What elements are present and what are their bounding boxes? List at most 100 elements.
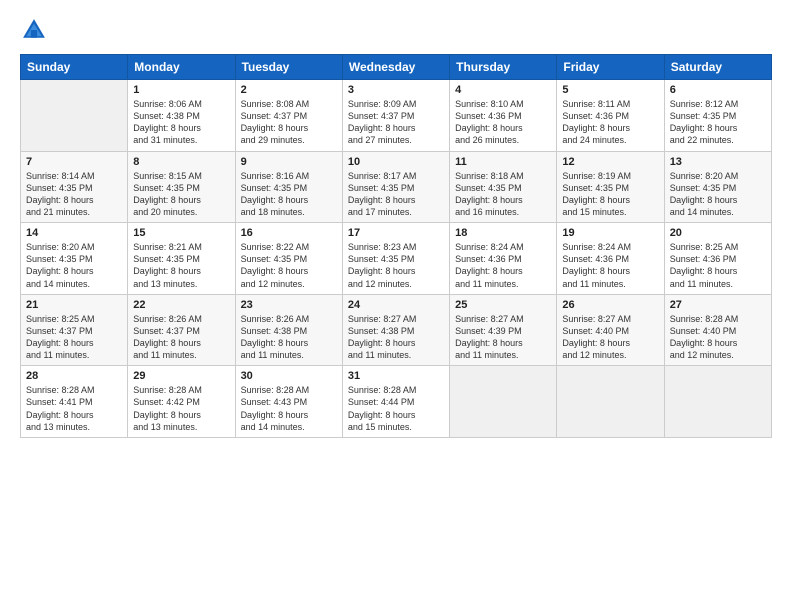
day-info: Sunrise: 8:26 AM Sunset: 4:37 PM Dayligh… [133, 313, 229, 362]
day-info: Sunrise: 8:12 AM Sunset: 4:35 PM Dayligh… [670, 98, 766, 147]
day-info: Sunrise: 8:21 AM Sunset: 4:35 PM Dayligh… [133, 241, 229, 290]
weekday-header-wednesday: Wednesday [342, 55, 449, 80]
day-info: Sunrise: 8:15 AM Sunset: 4:35 PM Dayligh… [133, 170, 229, 219]
calendar-cell: 8 Sunrise: 8:15 AM Sunset: 4:35 PM Daylig… [128, 151, 235, 223]
header [20, 16, 772, 44]
day-info: Sunrise: 8:27 AM Sunset: 4:39 PM Dayligh… [455, 313, 551, 362]
day-number: 26 [562, 299, 658, 311]
calendar-cell: 4 Sunrise: 8:10 AM Sunset: 4:36 PM Daylig… [450, 80, 557, 152]
day-number: 8 [133, 156, 229, 168]
calendar-cell: 12 Sunrise: 8:19 AM Sunset: 4:35 PM Dayli… [557, 151, 664, 223]
day-info: Sunrise: 8:06 AM Sunset: 4:38 PM Dayligh… [133, 98, 229, 147]
day-number: 19 [562, 227, 658, 239]
calendar-cell: 6 Sunrise: 8:12 AM Sunset: 4:35 PM Daylig… [664, 80, 771, 152]
day-number: 16 [241, 227, 337, 239]
calendar-cell: 18 Sunrise: 8:24 AM Sunset: 4:36 PM Dayli… [450, 223, 557, 295]
calendar-cell [664, 366, 771, 438]
calendar-cell: 17 Sunrise: 8:23 AM Sunset: 4:35 PM Dayli… [342, 223, 449, 295]
calendar-cell: 11 Sunrise: 8:18 AM Sunset: 4:35 PM Dayli… [450, 151, 557, 223]
weekday-header-saturday: Saturday [664, 55, 771, 80]
calendar-cell: 28 Sunrise: 8:28 AM Sunset: 4:41 PM Dayli… [21, 366, 128, 438]
day-number: 12 [562, 156, 658, 168]
calendar-cell: 25 Sunrise: 8:27 AM Sunset: 4:39 PM Dayli… [450, 294, 557, 366]
calendar-cell: 26 Sunrise: 8:27 AM Sunset: 4:40 PM Dayli… [557, 294, 664, 366]
day-info: Sunrise: 8:26 AM Sunset: 4:38 PM Dayligh… [241, 313, 337, 362]
calendar-cell: 14 Sunrise: 8:20 AM Sunset: 4:35 PM Dayli… [21, 223, 128, 295]
day-info: Sunrise: 8:23 AM Sunset: 4:35 PM Dayligh… [348, 241, 444, 290]
day-number: 9 [241, 156, 337, 168]
day-info: Sunrise: 8:08 AM Sunset: 4:37 PM Dayligh… [241, 98, 337, 147]
day-number: 31 [348, 370, 444, 382]
calendar-cell: 31 Sunrise: 8:28 AM Sunset: 4:44 PM Dayli… [342, 366, 449, 438]
weekday-header-thursday: Thursday [450, 55, 557, 80]
day-number: 4 [455, 84, 551, 96]
day-info: Sunrise: 8:14 AM Sunset: 4:35 PM Dayligh… [26, 170, 122, 219]
calendar-cell [450, 366, 557, 438]
day-number: 10 [348, 156, 444, 168]
day-info: Sunrise: 8:16 AM Sunset: 4:35 PM Dayligh… [241, 170, 337, 219]
day-number: 20 [670, 227, 766, 239]
day-info: Sunrise: 8:28 AM Sunset: 4:43 PM Dayligh… [241, 384, 337, 433]
logo [20, 16, 52, 44]
weekday-header-friday: Friday [557, 55, 664, 80]
day-number: 13 [670, 156, 766, 168]
page: SundayMondayTuesdayWednesdayThursdayFrid… [0, 0, 792, 612]
day-number: 29 [133, 370, 229, 382]
weekday-header-tuesday: Tuesday [235, 55, 342, 80]
day-info: Sunrise: 8:28 AM Sunset: 4:40 PM Dayligh… [670, 313, 766, 362]
calendar-week-row: 28 Sunrise: 8:28 AM Sunset: 4:41 PM Dayli… [21, 366, 772, 438]
day-info: Sunrise: 8:25 AM Sunset: 4:36 PM Dayligh… [670, 241, 766, 290]
day-info: Sunrise: 8:28 AM Sunset: 4:41 PM Dayligh… [26, 384, 122, 433]
day-info: Sunrise: 8:09 AM Sunset: 4:37 PM Dayligh… [348, 98, 444, 147]
day-info: Sunrise: 8:20 AM Sunset: 4:35 PM Dayligh… [670, 170, 766, 219]
day-info: Sunrise: 8:19 AM Sunset: 4:35 PM Dayligh… [562, 170, 658, 219]
day-number: 15 [133, 227, 229, 239]
day-info: Sunrise: 8:11 AM Sunset: 4:36 PM Dayligh… [562, 98, 658, 147]
day-info: Sunrise: 8:27 AM Sunset: 4:38 PM Dayligh… [348, 313, 444, 362]
calendar-cell: 24Sunrise: 8:27 AM Sunset: 4:38 PM Dayli… [342, 294, 449, 366]
day-number: 28 [26, 370, 122, 382]
day-info: Sunrise: 8:22 AM Sunset: 4:35 PM Dayligh… [241, 241, 337, 290]
day-number: 30 [241, 370, 337, 382]
calendar-week-row: 1 Sunrise: 8:06 AM Sunset: 4:38 PM Daylig… [21, 80, 772, 152]
day-number: 7 [26, 156, 122, 168]
calendar-week-row: 21Sunrise: 8:25 AM Sunset: 4:37 PM Dayli… [21, 294, 772, 366]
day-info: Sunrise: 8:27 AM Sunset: 4:40 PM Dayligh… [562, 313, 658, 362]
calendar-cell: 16 Sunrise: 8:22 AM Sunset: 4:35 PM Dayli… [235, 223, 342, 295]
calendar-week-row: 7 Sunrise: 8:14 AM Sunset: 4:35 PM Daylig… [21, 151, 772, 223]
calendar-cell: 7 Sunrise: 8:14 AM Sunset: 4:35 PM Daylig… [21, 151, 128, 223]
calendar-cell [21, 80, 128, 152]
day-info: Sunrise: 8:28 AM Sunset: 4:44 PM Dayligh… [348, 384, 444, 433]
day-number: 17 [348, 227, 444, 239]
calendar-cell: 20 Sunrise: 8:25 AM Sunset: 4:36 PM Dayli… [664, 223, 771, 295]
calendar-cell: 19 Sunrise: 8:24 AM Sunset: 4:36 PM Dayli… [557, 223, 664, 295]
calendar-cell: 30 Sunrise: 8:28 AM Sunset: 4:43 PM Dayli… [235, 366, 342, 438]
day-info: Sunrise: 8:18 AM Sunset: 4:35 PM Dayligh… [455, 170, 551, 219]
day-number: 25 [455, 299, 551, 311]
calendar-cell: 21Sunrise: 8:25 AM Sunset: 4:37 PM Dayli… [21, 294, 128, 366]
logo-icon [20, 16, 48, 44]
day-info: Sunrise: 8:24 AM Sunset: 4:36 PM Dayligh… [455, 241, 551, 290]
day-number: 14 [26, 227, 122, 239]
calendar-table: SundayMondayTuesdayWednesdayThursdayFrid… [20, 54, 772, 438]
weekday-header-sunday: Sunday [21, 55, 128, 80]
calendar-cell: 13 Sunrise: 8:20 AM Sunset: 4:35 PM Dayli… [664, 151, 771, 223]
calendar-cell: 27Sunrise: 8:28 AM Sunset: 4:40 PM Dayli… [664, 294, 771, 366]
day-number: 6 [670, 84, 766, 96]
calendar-cell [557, 366, 664, 438]
day-number: 2 [241, 84, 337, 96]
calendar-header-row: SundayMondayTuesdayWednesdayThursdayFrid… [21, 55, 772, 80]
day-number: 23 [241, 299, 337, 311]
calendar-cell: 10 Sunrise: 8:17 AM Sunset: 4:35 PM Dayli… [342, 151, 449, 223]
day-number: 1 [133, 84, 229, 96]
day-number: 11 [455, 156, 551, 168]
day-info: Sunrise: 8:24 AM Sunset: 4:36 PM Dayligh… [562, 241, 658, 290]
day-info: Sunrise: 8:10 AM Sunset: 4:36 PM Dayligh… [455, 98, 551, 147]
day-info: Sunrise: 8:17 AM Sunset: 4:35 PM Dayligh… [348, 170, 444, 219]
day-number: 3 [348, 84, 444, 96]
calendar-cell: 1 Sunrise: 8:06 AM Sunset: 4:38 PM Daylig… [128, 80, 235, 152]
day-info: Sunrise: 8:20 AM Sunset: 4:35 PM Dayligh… [26, 241, 122, 290]
calendar-cell: 2 Sunrise: 8:08 AM Sunset: 4:37 PM Daylig… [235, 80, 342, 152]
day-number: 18 [455, 227, 551, 239]
day-number: 21 [26, 299, 122, 311]
